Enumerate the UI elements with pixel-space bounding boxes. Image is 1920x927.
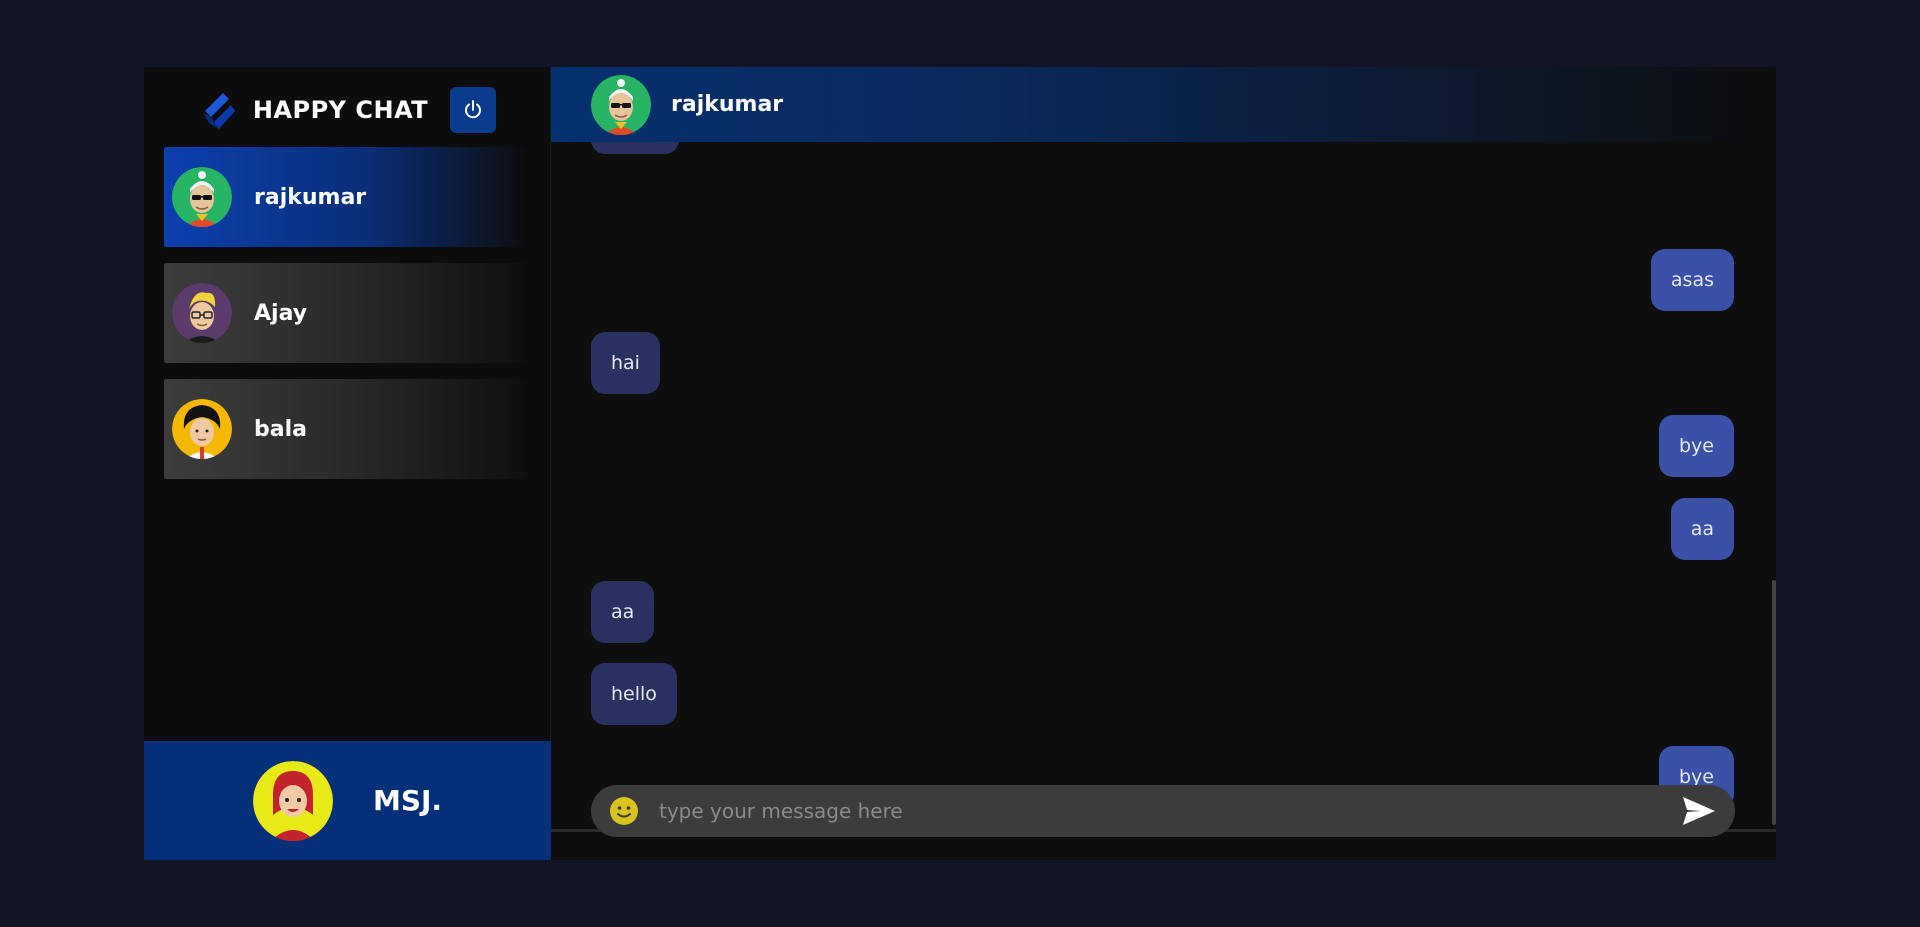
avatar [172, 399, 232, 459]
scrollbar[interactable] [1772, 580, 1776, 825]
message-bubble-incoming: hello [591, 663, 677, 725]
message-bubble-incoming: hai [591, 332, 660, 394]
current-user-panel: MSJ. [144, 741, 551, 860]
chat-panel: rajkumar asas hai bye aa aa hello bye [551, 67, 1776, 860]
message-bubble-incoming: aa [591, 581, 655, 643]
message-bubble-outgoing: bye [1659, 415, 1734, 477]
recipient-name: rajkumar [671, 92, 784, 117]
current-user-name: MSJ. [372, 784, 443, 817]
contact-item-rajkumar[interactable]: rajkumar [164, 147, 529, 247]
contact-item-ajay[interactable]: Ajay [164, 263, 529, 363]
message-input[interactable] [657, 798, 1681, 824]
avatar [172, 283, 232, 343]
send-icon[interactable] [1681, 795, 1717, 827]
brand-header: HAPPY CHAT [144, 83, 551, 137]
logout-button[interactable] [450, 87, 497, 133]
contact-list: rajkumar Ajay bala [164, 147, 529, 495]
message-bubble-outgoing: aa [1670, 498, 1734, 560]
message-list[interactable]: asas hai bye aa aa hello bye [551, 142, 1776, 832]
avatar [172, 167, 232, 227]
message-bubble-partial [591, 142, 679, 154]
current-user-avatar [252, 760, 333, 841]
contact-name: Ajay [254, 300, 308, 326]
sidebar: HAPPY CHAT rajkumar Ajay bala MSJ. [144, 67, 551, 860]
recipient-avatar [591, 74, 651, 135]
chat-header: rajkumar [551, 67, 1776, 142]
message-bubble-outgoing: asas [1650, 249, 1734, 311]
power-icon [465, 100, 482, 119]
app-title: HAPPY CHAT [252, 96, 429, 124]
contact-name: rajkumar [254, 184, 367, 210]
contact-item-bala[interactable]: bala [164, 379, 529, 479]
emoji-icon[interactable] [609, 796, 639, 826]
contact-name: bala [254, 416, 307, 442]
chat-app: HAPPY CHAT rajkumar Ajay bala MSJ. rajku… [144, 67, 1776, 860]
message-composer [591, 785, 1735, 837]
brand-logo-icon [202, 93, 235, 129]
